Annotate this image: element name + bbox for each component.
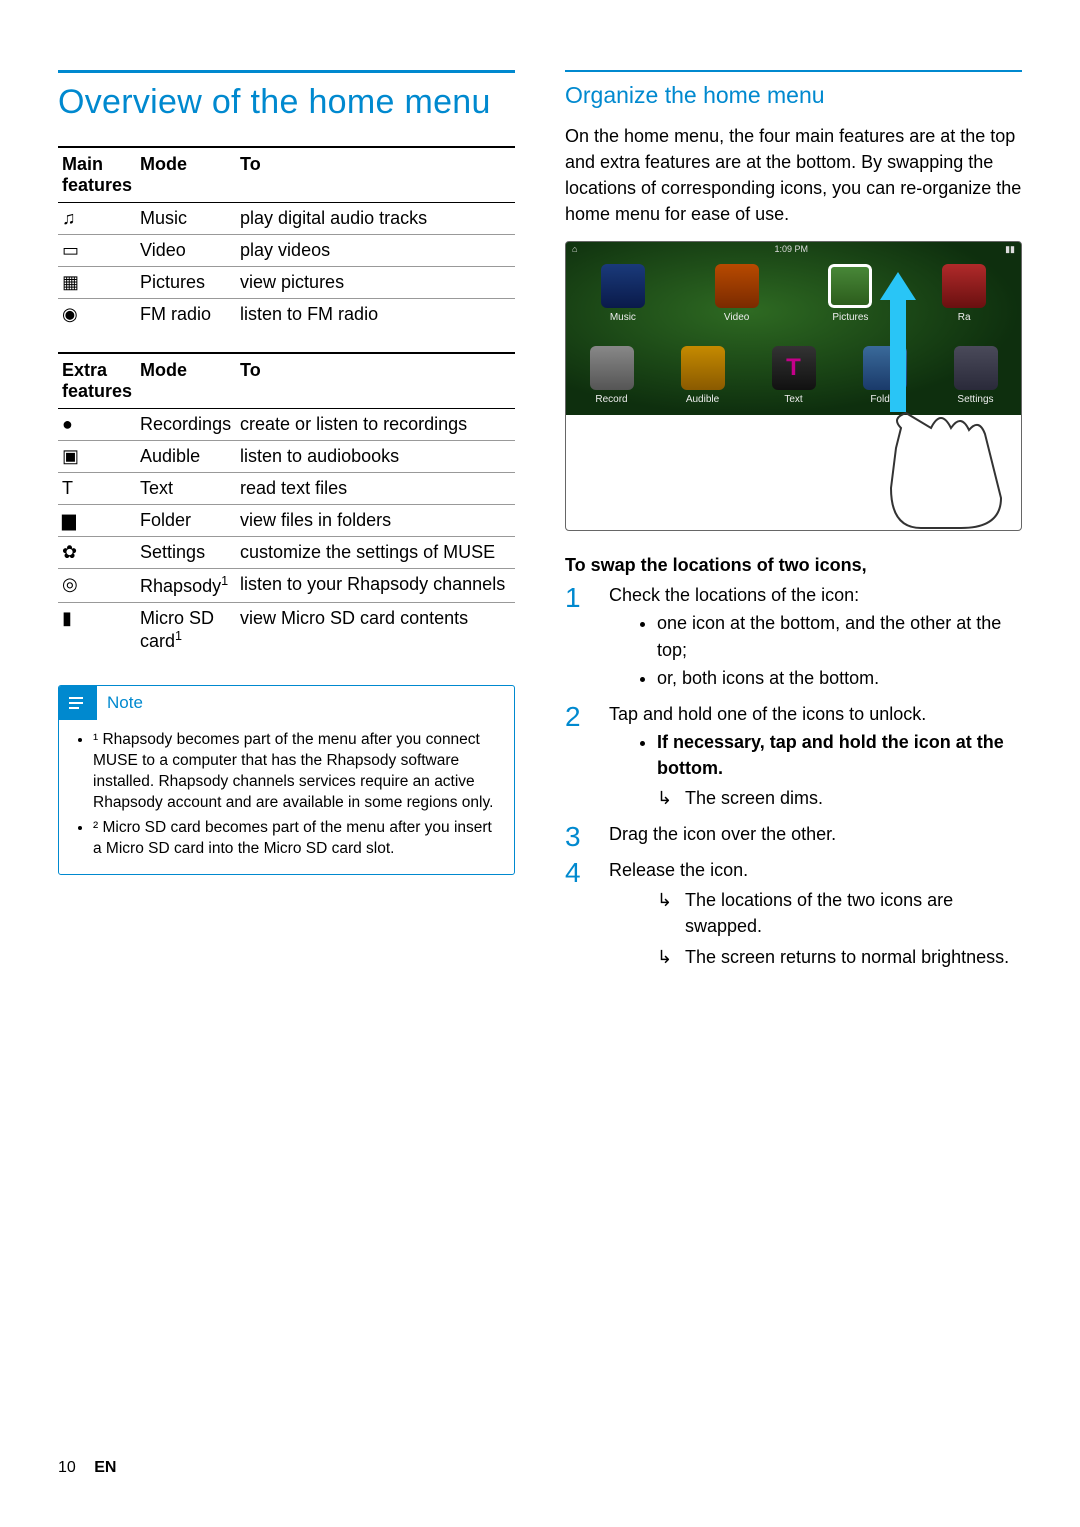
folder-icon: ▆ [58,505,136,537]
step-item: Check the locations of the icon:one icon… [565,582,1022,690]
device-screenshot: ⌂ 1:09 PM ▮▮ Music Video Pictures Ra Record… [565,241,1022,531]
to-cell: play videos [236,235,515,267]
mode-cell: Video [136,235,236,267]
th-to: To [236,147,515,203]
table-row: ◎Rhapsody1listen to your Rhapsody channe… [58,569,515,603]
to-cell: listen to your Rhapsody channels [236,569,515,603]
step-item: Release the icon.The locations of the tw… [565,857,1022,969]
to-cell: view pictures [236,267,515,299]
video-icon: ▭ [58,235,136,267]
table-row: ▆Folderview files in folders [58,505,515,537]
footer-lang: EN [94,1459,116,1476]
mode-cell: Music [136,203,236,235]
to-cell: play digital audio tracks [236,203,515,235]
mode-cell: Settings [136,537,236,569]
note-icon [59,686,97,720]
th-main-features: Main features [58,147,136,203]
settings-icon: ✿ [58,537,136,569]
page-footer: 10 EN [58,1459,116,1477]
table-row: ▮Micro SD card1view Micro SD card conten… [58,603,515,658]
main-features-table: Main features Mode To ♫Musicplay digital… [58,146,515,330]
page-title: Overview of the home menu [58,83,515,122]
text-icon: T [58,473,136,505]
recordings-icon: ● [58,409,136,441]
sdcard-icon: ▮ [58,603,136,658]
to-cell: create or listen to recordings [236,409,515,441]
section-title: Organize the home menu [565,82,1022,109]
mode-cell: Rhapsody1 [136,569,236,603]
note-item: ¹ Rhapsody becomes part of the menu afte… [93,730,498,814]
table-row: ✿Settingscustomize the settings of MUSE [58,537,515,569]
table-row: TTextread text files [58,473,515,505]
music-icon: ♫ [58,203,136,235]
table-row: ▦Picturesview pictures [58,267,515,299]
mode-cell: Pictures [136,267,236,299]
radio-icon: ◉ [58,299,136,331]
page-number: 10 [58,1459,76,1476]
mode-cell: Micro SD card1 [136,603,236,658]
screenshot-app-icon: Pictures [820,264,880,323]
screenshot-app-icon: Video [707,264,767,323]
mode-cell: Text [136,473,236,505]
step-item: Tap and hold one of the icons to unlock.… [565,701,1022,811]
table-row: ●Recordingscreate or listen to recording… [58,409,515,441]
steps-list: Check the locations of the icon:one icon… [565,582,1022,969]
home-icon: ⌂ [572,244,577,256]
table-row: ♫Musicplay digital audio tracks [58,203,515,235]
table-row: ▣Audiblelisten to audiobooks [58,441,515,473]
to-cell: read text files [236,473,515,505]
screenshot-app-icon: Record [582,346,642,405]
step-item: Drag the icon over the other. [565,821,1022,847]
pictures-icon: ▦ [58,267,136,299]
rhapsody-icon: ◎ [58,569,136,603]
screenshot-app-icon: Audible [673,346,733,405]
screenshot-app-icon: TText [764,346,824,405]
th-mode: Mode [136,147,236,203]
audible-icon: ▣ [58,441,136,473]
mode-cell: Audible [136,441,236,473]
to-cell: view files in folders [236,505,515,537]
swap-heading: To swap the locations of two icons, [565,555,1022,576]
to-cell: listen to FM radio [236,299,515,331]
extra-features-table: Extra features Mode To ●Recordingscreate… [58,352,515,657]
status-time: 1:09 PM [775,244,809,256]
to-cell: view Micro SD card contents [236,603,515,658]
to-cell: listen to audiobooks [236,441,515,473]
pointing-hand-icon [851,378,1022,531]
mode-cell: FM radio [136,299,236,331]
battery-icon: ▮▮ [1005,244,1015,256]
note-box: Note ¹ Rhapsody becomes part of the menu… [58,685,515,875]
th-extra-features: Extra features [58,353,136,409]
screenshot-app-icon: Ra [934,264,994,323]
table-row: ▭Videoplay videos [58,235,515,267]
screenshot-app-icon: Music [593,264,653,323]
mode-cell: Recordings [136,409,236,441]
table-row: ◉FM radiolisten to FM radio [58,299,515,331]
th-to: To [236,353,515,409]
th-mode: Mode [136,353,236,409]
note-item: ² Micro SD card becomes part of the menu… [93,818,498,860]
intro-paragraph: On the home menu, the four main features… [565,123,1022,227]
mode-cell: Folder [136,505,236,537]
note-label: Note [107,693,143,713]
to-cell: customize the settings of MUSE [236,537,515,569]
